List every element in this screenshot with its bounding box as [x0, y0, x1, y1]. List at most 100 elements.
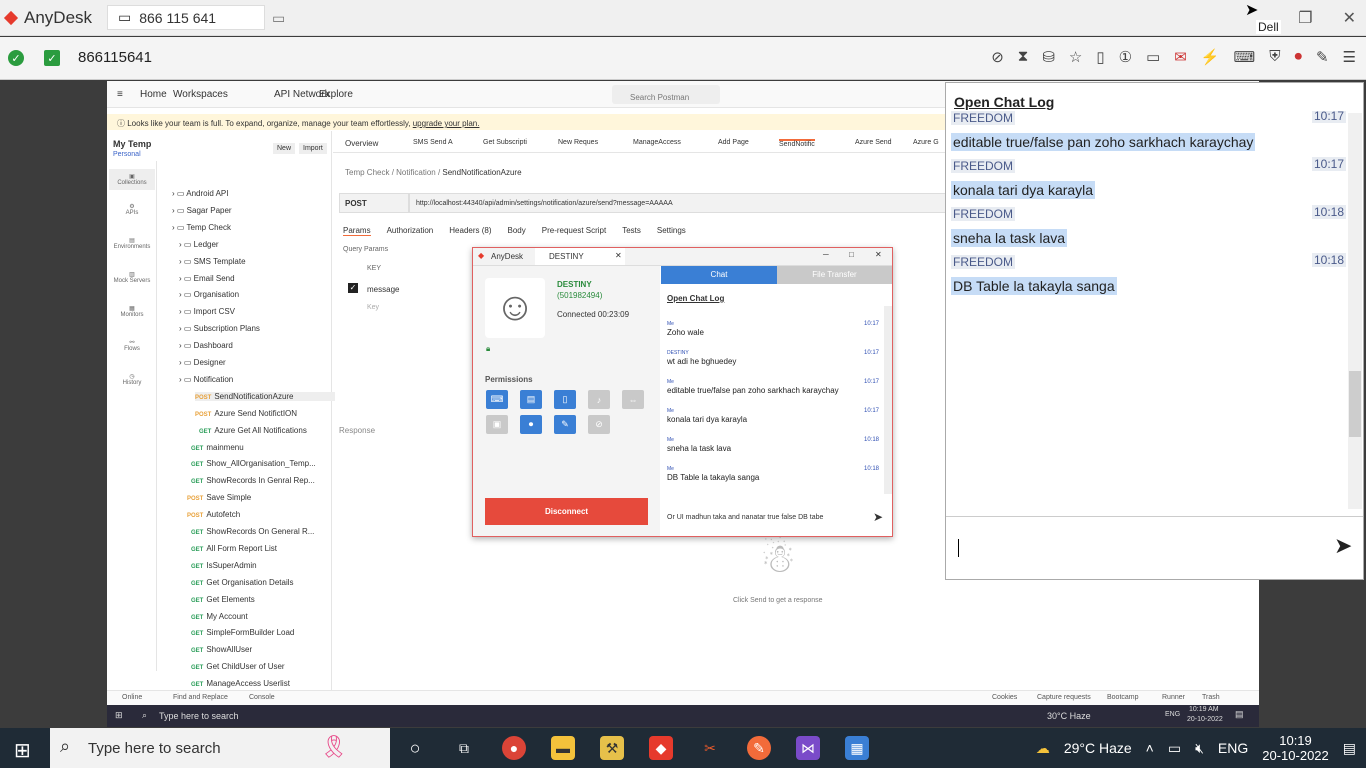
- send-icon[interactable]: ➤: [1334, 533, 1352, 559]
- status-capture[interactable]: Capture requests: [1037, 694, 1091, 701]
- collection-folder[interactable]: › ▭ Import CSV: [179, 307, 235, 316]
- status-runner[interactable]: Runner: [1162, 694, 1185, 701]
- collection-folder[interactable]: › ▭ Sagar Paper: [172, 206, 232, 215]
- hamburger-icon[interactable]: ≡: [117, 89, 123, 100]
- param-checkbox[interactable]: ✓: [348, 283, 358, 293]
- nav-workspaces[interactable]: Workspaces: [173, 89, 228, 100]
- tab-new-request[interactable]: New Reques: [558, 139, 598, 146]
- record-icon[interactable]: ⏺: [1294, 48, 1302, 66]
- remote-weather[interactable]: 30°C Haze: [1047, 711, 1091, 721]
- request-item[interactable]: GET SimpleFormBuilder Load: [191, 628, 294, 637]
- notification-center-icon[interactable]: ▤: [1343, 740, 1356, 757]
- collection-folder[interactable]: › ▭ Organisation: [179, 290, 239, 299]
- collection-folder[interactable]: › ▭ Dashboard: [179, 341, 233, 350]
- remote-notification-icon[interactable]: ▤: [1235, 709, 1244, 720]
- tools-icon[interactable]: ⚒: [600, 736, 624, 760]
- rail-apis[interactable]: ⚙ APIs: [109, 203, 155, 216]
- taskbar-search[interactable]: ⌕ Type here to search 🎗︎: [50, 728, 390, 768]
- inner-tab[interactable]: DESTINY: [535, 248, 625, 265]
- nav-explore[interactable]: Explore: [319, 89, 353, 100]
- request-item[interactable]: GET ManageAccess Userlist: [191, 679, 290, 688]
- inner-chat-input[interactable]: Or UI madhun taka and nanatar true false…: [667, 514, 823, 521]
- chat-log-title[interactable]: Open Chat Log: [954, 94, 1054, 110]
- rail-collections[interactable]: ▣ Collections: [109, 169, 155, 190]
- collection-folder[interactable]: › ▭ SMS Template: [179, 257, 246, 266]
- collection-folder[interactable]: › ▭ Designer: [179, 358, 226, 367]
- subtab-params[interactable]: Params: [343, 226, 371, 236]
- monitor-one-icon[interactable]: ①: [1119, 48, 1132, 66]
- start-icon[interactable]: ⊞: [14, 738, 31, 763]
- request-item[interactable]: GET Azure Get All Notifications: [199, 426, 307, 435]
- privacy-icon[interactable]: ⊘: [991, 48, 1004, 66]
- session-tab[interactable]: ▭ 866 115 641: [107, 5, 265, 30]
- language[interactable]: ENG: [1218, 740, 1248, 756]
- method-select[interactable]: POST: [339, 193, 409, 213]
- request-item[interactable]: GET Get Elements: [191, 595, 255, 604]
- remote-start-icon[interactable]: ⊞: [115, 710, 123, 721]
- tab-add-page[interactable]: Add Page: [718, 139, 749, 146]
- upgrade-link[interactable]: upgrade your plan.: [413, 119, 480, 128]
- search-postman[interactable]: Search Postman: [612, 85, 720, 104]
- perm-display-icon[interactable]: ⇔: [622, 390, 644, 409]
- chat-icon[interactable]: ✉: [1174, 48, 1187, 66]
- tab-chat[interactable]: Chat: [661, 266, 777, 284]
- close-icon[interactable]: ✕: [1343, 8, 1356, 28]
- status-console[interactable]: Console: [249, 694, 275, 701]
- inner-maximize-icon[interactable]: □: [849, 250, 854, 259]
- tab-azure-get[interactable]: Azure G: [913, 139, 939, 146]
- task-view-icon[interactable]: ⧉: [452, 736, 476, 760]
- url-input[interactable]: http://localhost:44340/api/admin/setting…: [409, 193, 949, 213]
- tab-get-subscription[interactable]: Get Subscripti: [483, 139, 527, 146]
- pen-icon[interactable]: ✎: [1316, 48, 1329, 66]
- breadcrumb-2[interactable]: Notification: [396, 168, 436, 177]
- request-item[interactable]: GET ShowRecords On General R...: [191, 527, 314, 536]
- request-item[interactable]: POST Azure Send NotifictION: [195, 409, 297, 418]
- clock[interactable]: 10:19 20-10-2022: [1262, 733, 1329, 763]
- display-icon[interactable]: ▭: [1146, 48, 1160, 66]
- breadcrumb-1[interactable]: Temp Check: [345, 168, 389, 177]
- collection-folder[interactable]: › ▭ Notification: [179, 375, 233, 384]
- lightning-icon[interactable]: ⚡: [1201, 48, 1220, 66]
- volume-icon[interactable]: 🔇︎: [1195, 740, 1204, 757]
- restore-icon[interactable]: ❐: [1298, 8, 1312, 28]
- tab-azure-send[interactable]: Azure Send: [855, 139, 892, 146]
- param-key-placeholder[interactable]: Key: [367, 304, 379, 311]
- perm-draw-icon[interactable]: ✎: [554, 415, 576, 434]
- tab-overview[interactable]: Overview: [345, 139, 378, 148]
- network-icon[interactable]: ▭: [1168, 740, 1181, 757]
- inner-minimize-icon[interactable]: ─: [823, 250, 829, 259]
- collection-folder[interactable]: › ▭ Subscription Plans: [179, 324, 260, 333]
- tab-send-notification[interactable]: SendNotific: [779, 139, 815, 148]
- request-item[interactable]: GET Get ChildUser of User: [191, 662, 285, 671]
- request-item[interactable]: POST Autofetch: [187, 510, 240, 519]
- inner-chat-scrollbar[interactable]: [884, 306, 892, 494]
- new-session-icon[interactable]: ▭: [272, 10, 285, 27]
- shield-icon[interactable]: ⛨: [1269, 48, 1280, 66]
- request-item[interactable]: GET ShowRecords In Genral Rep...: [191, 476, 315, 485]
- subtab-headers[interactable]: Headers (8): [449, 226, 491, 236]
- postman-icon[interactable]: ✎: [747, 736, 771, 760]
- subtab-body[interactable]: Body: [508, 226, 526, 236]
- snipping-icon[interactable]: ✂: [698, 736, 722, 760]
- cortana-icon[interactable]: ○: [403, 736, 427, 760]
- chrome-icon[interactable]: ●: [502, 736, 526, 760]
- rail-monitors[interactable]: ▦ Monitors: [109, 305, 155, 318]
- status-cookies[interactable]: Cookies: [992, 694, 1017, 701]
- collection-folder[interactable]: › ▭ Temp Check: [172, 223, 231, 232]
- database-icon[interactable]: ⛁: [1042, 48, 1055, 66]
- weather-text[interactable]: 29°C Haze: [1064, 740, 1132, 756]
- tray-chevron-icon[interactable]: ˄: [1146, 740, 1154, 756]
- subtab-authorization[interactable]: Authorization: [387, 226, 434, 236]
- tab-file-transfer[interactable]: File Transfer: [777, 266, 892, 284]
- tab-manage-access[interactable]: ManageAccess: [633, 139, 681, 146]
- remote-lang[interactable]: ENG: [1165, 711, 1180, 718]
- rail-flows[interactable]: ⚯ Flows: [109, 339, 155, 352]
- perm-clipboard-icon[interactable]: ▤: [520, 390, 542, 409]
- import-button[interactable]: Import: [299, 143, 327, 154]
- request-item[interactable]: GET Show_AllOrganisation_Temp...: [191, 459, 316, 468]
- request-item[interactable]: GET My Account: [191, 612, 248, 621]
- rail-mock-servers[interactable]: ▥ Mock Servers: [109, 271, 155, 284]
- subtab-prerequest[interactable]: Pre-request Script: [542, 226, 606, 236]
- status-find-replace[interactable]: Find and Replace: [173, 694, 228, 701]
- perm-file-icon[interactable]: ▯: [554, 390, 576, 409]
